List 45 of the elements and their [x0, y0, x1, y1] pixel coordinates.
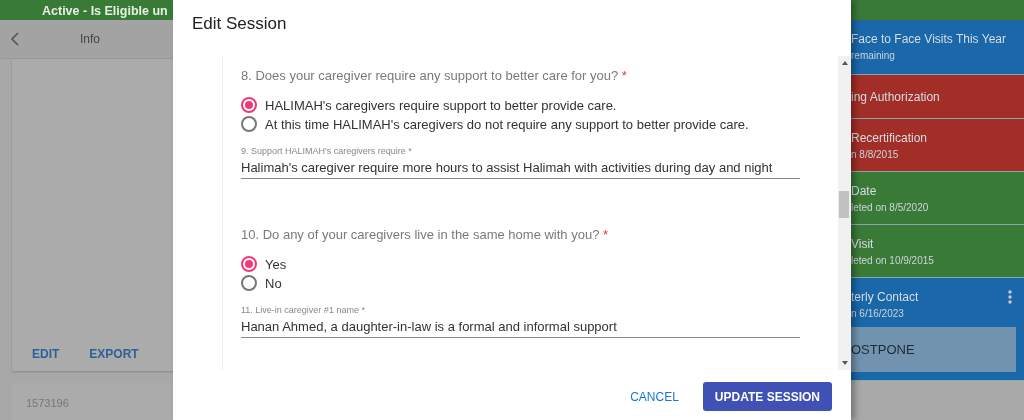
- update-button[interactable]: UPDATE SESSION: [702, 382, 832, 411]
- radio-button[interactable]: [241, 116, 257, 132]
- tile-subtitle: n 8/8/2015: [851, 149, 900, 160]
- status-tile[interactable]: ing Authorization: [851, 75, 1024, 119]
- panel-title: Info: [80, 32, 100, 46]
- status-tile[interactable]: terly Contact n 6/16/2023 OSTPONE: [851, 278, 1024, 381]
- required-mark: *: [621, 68, 627, 83]
- radio-button[interactable]: [241, 275, 257, 291]
- action-link[interactable]: EDIT: [32, 347, 60, 361]
- question-label: 10. Do any of your caregivers live in the same home with you? *: [241, 227, 610, 242]
- radio-button[interactable]: [241, 256, 257, 272]
- tile-title: Recertification: [851, 131, 928, 145]
- dialog-title: Edit Session: [192, 14, 287, 35]
- radio-option[interactable]: At this time HALIMAH's caregivers do not require any support to better provide care.: [241, 116, 800, 132]
- scroll-thumb[interactable]: [839, 191, 849, 218]
- radio-option[interactable]: No: [241, 275, 800, 291]
- tile-title: Face to Face Visits This Year: [851, 32, 1006, 46]
- radio-option[interactable]: HALIMAH's caregivers require support to better provide care.: [241, 97, 800, 113]
- back-icon[interactable]: [10, 32, 20, 46]
- question-label: 8. Does your caregiver require any support to better care for you? *: [241, 68, 628, 83]
- tile-subtitle: remaining: [851, 50, 896, 61]
- tile-title: Date: [851, 184, 877, 198]
- radio-button[interactable]: [241, 97, 257, 113]
- status-tile[interactable]: Date leted on 8/5/2020: [851, 172, 1024, 225]
- tile-subtitle: leted on 10/9/2015: [851, 255, 935, 266]
- radio-option[interactable]: Yes: [241, 256, 800, 272]
- required-mark: *: [603, 227, 609, 242]
- action-link[interactable]: EXPORT: [89, 347, 139, 361]
- postpone-button[interactable]: OSTPONE: [851, 327, 1016, 372]
- cancel-button[interactable]: CANCEL: [620, 382, 689, 412]
- status-tile[interactable]: Recertification n 8/8/2015: [851, 119, 1024, 172]
- text-field[interactable]: 9. Support HALIMAH's caregivers require * Halimah's caregiver require more hours to assist Halimah with activities during day and night: [241, 146, 800, 179]
- status-tile[interactable]: Face to Face Visits This Year remaining: [851, 20, 1024, 75]
- text-field[interactable]: 11. Live-in caregiver #1 name * Hanan Ahmed, a daughter-in-law is a formal and informal support: [241, 305, 800, 338]
- header-title: Active - Is Eligible un: [42, 3, 168, 20]
- scroll-down-icon[interactable]: [840, 360, 849, 366]
- tile-title: ing Authorization: [851, 89, 940, 104]
- tile-title: Visit: [851, 237, 874, 251]
- status-tile[interactable]: Visit leted on 10/9/2015: [851, 225, 1024, 278]
- tile-subtitle: n 6/16/2023: [851, 308, 905, 319]
- tile-title: terly Contact: [851, 290, 919, 304]
- tile-subtitle: leted on 8/5/2020: [851, 202, 930, 213]
- more-icon[interactable]: [1008, 290, 1012, 304]
- scrollbar[interactable]: [838, 56, 851, 370]
- scroll-up-icon[interactable]: [840, 60, 849, 66]
